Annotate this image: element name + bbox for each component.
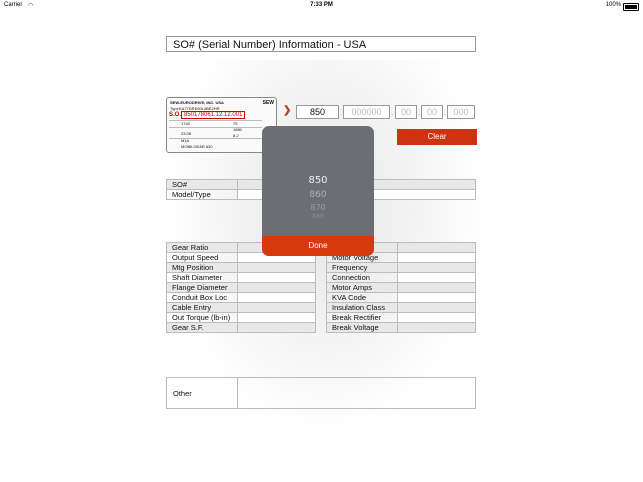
table-row: Insulation Class	[326, 302, 476, 313]
spec-label: Motor Amps	[326, 282, 398, 293]
spec-label: Flange Diameter	[166, 282, 238, 293]
spec-label: Insulation Class	[326, 302, 398, 313]
so-label: SO#	[166, 179, 238, 190]
nameplate-divider	[169, 127, 262, 128]
number-picker[interactable]: 850 860 870 880 Done	[262, 126, 374, 256]
spec-value	[237, 312, 316, 323]
spec-label: Break Voltage	[326, 322, 398, 333]
spec-label: Cable Entry	[166, 302, 238, 313]
so-field-5[interactable]: 000	[447, 105, 475, 119]
spec-value	[237, 292, 316, 303]
spec-value	[237, 262, 316, 273]
so-field-4[interactable]: 00	[421, 105, 443, 119]
table-row: Flange Diameter	[166, 282, 316, 293]
table-row: Connection	[326, 272, 476, 283]
so-field-3[interactable]: 00	[395, 105, 417, 119]
spec-value	[397, 272, 476, 283]
separator-dot: .	[444, 108, 447, 117]
nameplate-rpm: 1740	[181, 121, 190, 126]
spec-value	[237, 282, 316, 293]
nameplate-lube: MOBILGEAR 630	[181, 144, 213, 149]
table-row: KVA Code	[326, 292, 476, 303]
so-field-2[interactable]: 000000	[343, 105, 390, 119]
clear-button[interactable]: Clear	[397, 129, 477, 145]
spec-value	[397, 262, 476, 273]
spec-value	[397, 282, 476, 293]
spec-value	[237, 302, 316, 313]
spec-label: Frequency	[326, 262, 398, 273]
other-label: Other	[173, 389, 192, 398]
nameplate-so-value: 850178061.12.12.001	[181, 111, 246, 119]
picker-option[interactable]: 880	[262, 213, 374, 218]
table-row: Cable Entry	[166, 302, 316, 313]
spec-label: Break Rectifier	[326, 312, 398, 323]
table-row: Mtg Position	[166, 262, 316, 273]
picker-option[interactable]: 870	[262, 203, 374, 212]
nameplate-ratio: 23.08	[181, 131, 192, 136]
spec-value	[397, 242, 476, 253]
nameplate-image: SEW-EURODRIVE, INC. USA SEW Type KA77DRE…	[166, 97, 277, 153]
table-row: Break Rectifier	[326, 312, 476, 323]
spec-value	[237, 322, 316, 333]
table-row: Frequency	[326, 262, 476, 273]
spec-value	[237, 272, 316, 283]
spec-label: Mtg Position	[166, 262, 238, 273]
spec-label: Gear S.F.	[166, 322, 238, 333]
model-type-label: Model/Type	[166, 189, 238, 200]
sew-logo: SEW	[262, 100, 274, 106]
spec-value	[397, 252, 476, 263]
nameplate-company: SEW-EURODRIVE, INC. USA	[170, 100, 224, 105]
nameplate-hp: 75	[233, 121, 238, 126]
spec-value	[397, 312, 476, 323]
other-box: Other	[166, 377, 476, 409]
table-row: Break Voltage	[326, 322, 476, 333]
chevron-right-icon: ❯	[283, 105, 292, 116]
status-bar: Carrier ◠ 7:33 PM 100%	[0, 0, 643, 12]
separator-dot: .	[418, 108, 421, 117]
nameplate-mounting: M1A	[181, 138, 190, 143]
spec-label: Shaft Diameter	[166, 272, 238, 283]
clock: 7:33 PM	[310, 2, 333, 8]
spec-label: Gear Ratio	[166, 242, 238, 253]
spec-label: KVA Code	[326, 292, 398, 303]
spec-value	[397, 302, 476, 313]
spec-label: Connection	[326, 272, 398, 283]
page-title: SO# (Serial Number) Information - USA	[166, 36, 476, 52]
spec-value	[397, 322, 476, 333]
battery-icon	[623, 3, 639, 11]
picker-option[interactable]: 860	[262, 190, 374, 200]
table-row: Motor Amps	[326, 282, 476, 293]
picker-option-selected[interactable]: 850	[262, 175, 374, 186]
nameplate-type-label: Type	[170, 106, 179, 111]
table-row: Gear S.F.	[166, 322, 316, 333]
spec-label: Output Speed	[166, 252, 238, 263]
so-field-1[interactable]: 850	[296, 105, 339, 119]
battery-percent: 100%	[605, 2, 621, 8]
table-row: Conduit Box Loc	[166, 292, 316, 303]
table-row: Out Torque (lb-in)	[166, 312, 316, 323]
nameplate-torque: 1680	[233, 127, 242, 132]
other-divider	[237, 378, 238, 408]
separator-dot: .	[391, 108, 394, 117]
spec-value	[397, 292, 476, 303]
spec-label: Conduit Box Loc	[166, 292, 238, 303]
table-row: Shaft Diameter	[166, 272, 316, 283]
spec-label: Out Torque (lb-in)	[166, 312, 238, 323]
nameplate-so-label: S.O.	[169, 112, 182, 118]
done-button[interactable]: Done	[262, 236, 374, 256]
